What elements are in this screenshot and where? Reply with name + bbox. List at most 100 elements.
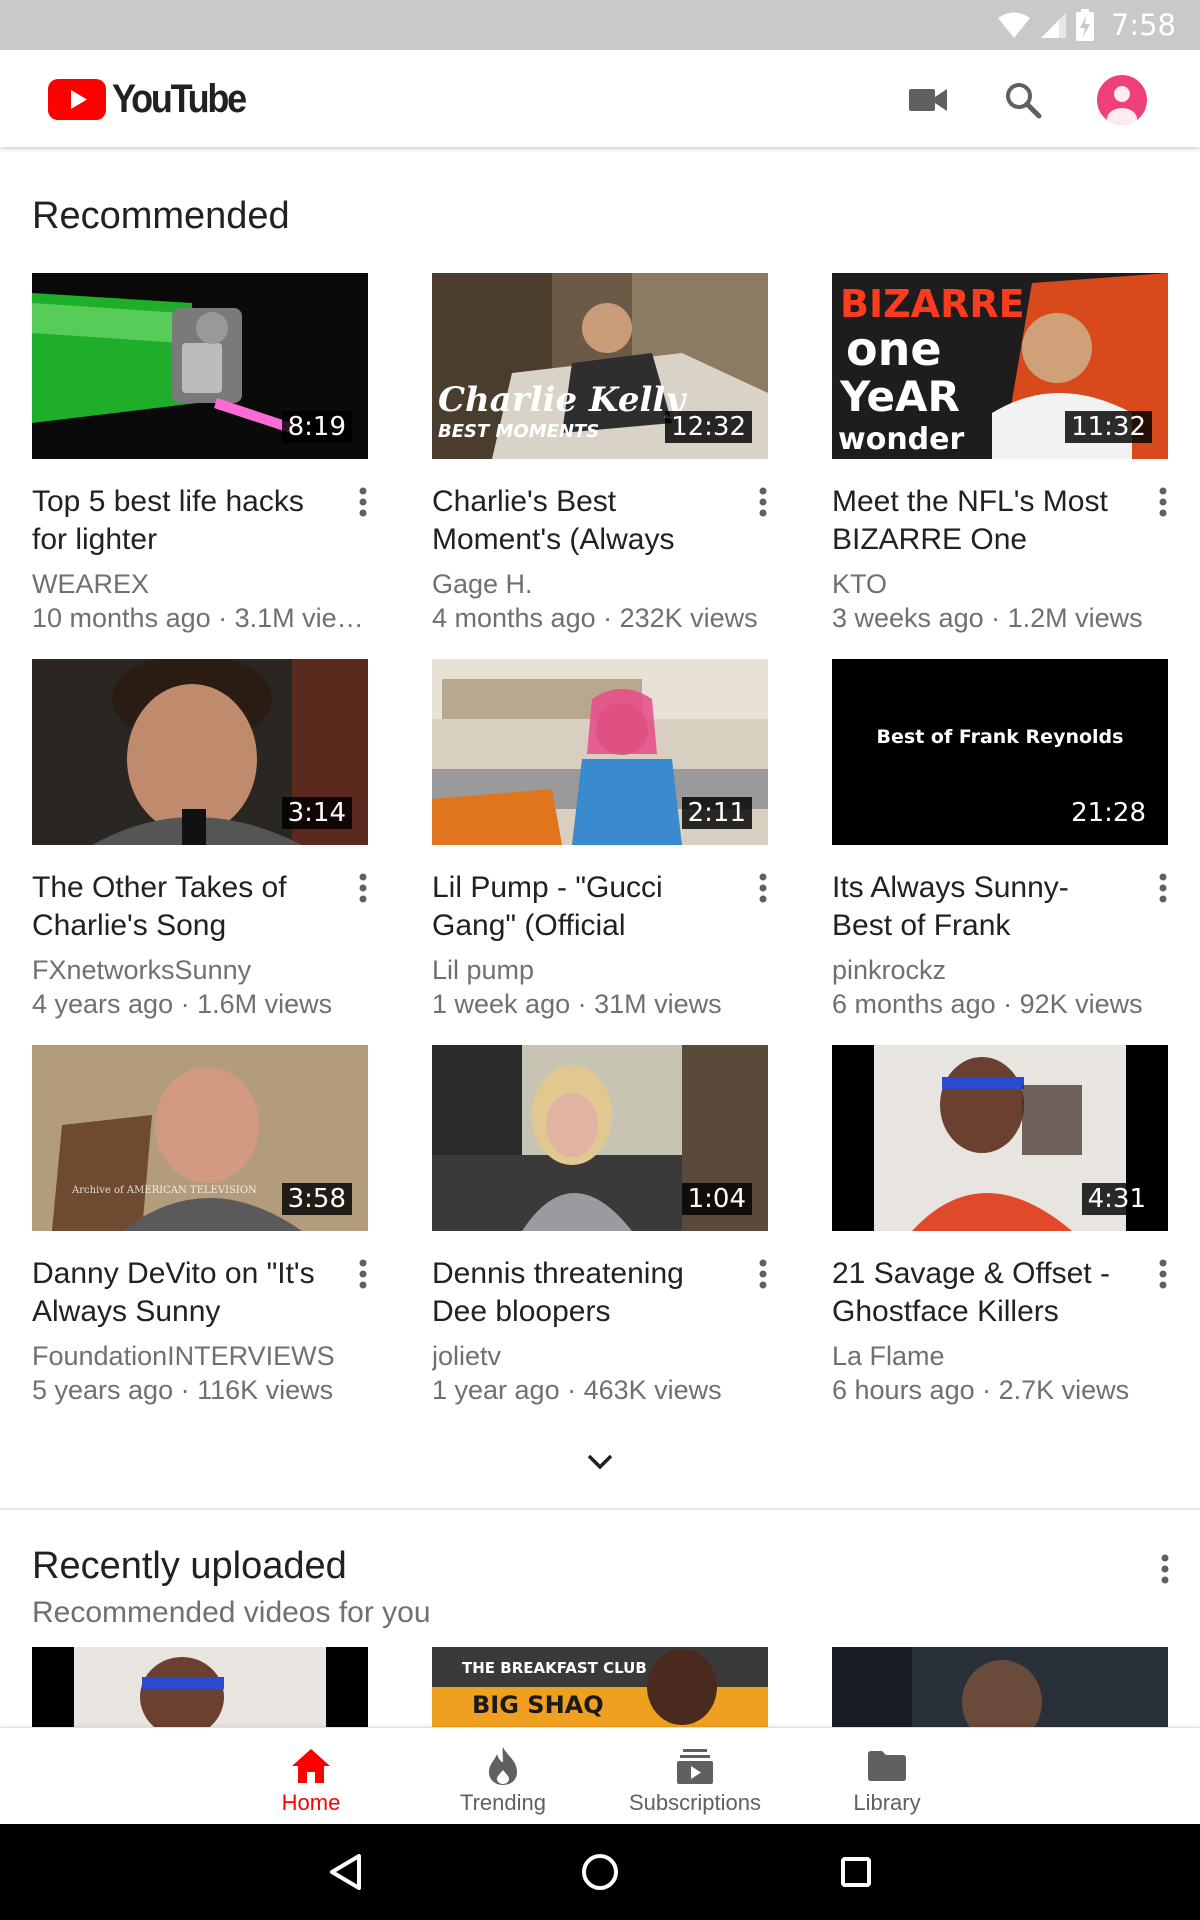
more-options-button[interactable] [748, 1251, 778, 1297]
more-options-button[interactable] [348, 1251, 378, 1297]
video-channel: Gage H. [432, 569, 533, 599]
video-card[interactable]: BIZARRE one YeAR wonder 11:32 Meet the N… [832, 273, 1168, 643]
recents-square-icon [841, 1857, 871, 1887]
bottom-navigation: Home Trending Subscriptions Library [0, 1727, 1200, 1824]
youtube-wordmark: YouTube [112, 76, 247, 121]
video-title[interactable]: Top 5 best life hacks for lighter [32, 483, 322, 559]
thumbnail-text-line: wonder [838, 422, 965, 457]
video-meta: 10 months ago · 3.1M views [32, 603, 368, 633]
recent-thumbnail-image [832, 1647, 1168, 1727]
more-options-button[interactable] [348, 865, 378, 911]
video-card[interactable]: 4:31 21 Savage & Offset - Ghostface Kill… [832, 1045, 1168, 1415]
video-title[interactable]: Lil Pump - "Gucci Gang" (Official [432, 869, 722, 945]
video-title[interactable]: Meet the NFL's Most BIZARRE One [832, 483, 1122, 559]
video-title[interactable]: Danny DeVito on "It's Always Sunny [32, 1255, 322, 1331]
youtube-play-icon [48, 78, 106, 120]
app-bar: YouTube [0, 50, 1200, 147]
more-options-button[interactable] [348, 479, 378, 525]
video-meta: 4 months ago · 232K views [432, 603, 758, 633]
video-thumbnail[interactable]: 4:31 [832, 1045, 1168, 1231]
video-thumbnail[interactable]: Charlie Kelly BEST MOMENTS 12:32 [432, 273, 768, 459]
video-channel: FXnetworksSunny [32, 955, 252, 985]
video-meta: 4 years ago · 1.6M views [32, 989, 333, 1019]
more-vert-icon [1161, 1554, 1169, 1584]
video-thumbnail-partial[interactable] [832, 1647, 1168, 1727]
video-thumbnail[interactable]: Archive of AMERICAN TELEVISION 3:58 [32, 1045, 368, 1231]
more-options-button[interactable] [748, 479, 778, 525]
more-options-button[interactable] [1148, 1251, 1178, 1297]
more-vert-icon [1159, 1259, 1167, 1289]
video-channel: jolietv [432, 1341, 502, 1371]
nav-tab-home[interactable]: Home [221, 1728, 401, 1825]
recent-thumbnail-image: THE BREAKFAST CLUB BIG SHAQ [432, 1647, 768, 1727]
video-duration: 11:32 [1065, 411, 1152, 443]
thumbnail-text-line: YeAR [839, 372, 960, 421]
video-card[interactable]: Charlie Kelly BEST MOMENTS 12:32 Charlie… [432, 273, 768, 643]
more-options-button[interactable] [1148, 865, 1178, 911]
wifi-icon [997, 12, 1030, 38]
system-recents-button[interactable] [828, 1844, 884, 1900]
nav-tab-label: Library [853, 1790, 921, 1815]
signal-icon [1040, 13, 1066, 38]
video-card[interactable]: Best of Frank Reynolds 21:28 Its Always … [832, 659, 1168, 1029]
thumbnail-watermark: Archive of AMERICAN TELEVISION [71, 1185, 257, 1196]
video-channel: Lil pump [432, 955, 535, 985]
video-meta: 6 months ago · 92K views [832, 989, 1143, 1019]
video-title[interactable]: Dennis threatening Dee bloopers [432, 1255, 722, 1331]
video-card[interactable]: 1:04 Dennis threatening Dee bloopers jol… [432, 1045, 768, 1415]
section-title-recently-uploaded: Recently uploaded [32, 1545, 347, 1587]
chevron-down-icon [587, 1454, 613, 1470]
thumbnail-text-line: one [846, 322, 942, 376]
expand-more-button[interactable] [580, 1444, 620, 1480]
more-vert-icon [359, 1259, 367, 1289]
video-thumbnail[interactable]: 8:19 [32, 273, 368, 459]
nav-tab-label: Subscriptions [628, 1790, 762, 1815]
recent-thumbnail-image [32, 1647, 368, 1727]
video-thumbnail-partial[interactable] [32, 1647, 368, 1727]
video-thumbnail[interactable]: 2:11 [432, 659, 768, 845]
video-camera-icon [909, 89, 947, 111]
section-more-options-button[interactable] [1150, 1546, 1180, 1592]
video-thumbnail-partial[interactable]: THE BREAKFAST CLUB BIG SHAQ [432, 1647, 768, 1727]
account-button[interactable] [1092, 70, 1152, 130]
system-navigation-bar [0, 1824, 1200, 1920]
video-thumbnail[interactable]: 3:14 [32, 659, 368, 845]
video-meta: 6 hours ago · 2.7K views [832, 1375, 1130, 1405]
video-channel: WEAREX [32, 569, 150, 599]
video-thumbnail[interactable]: Best of Frank Reynolds 21:28 [832, 659, 1168, 845]
video-title[interactable]: 21 Savage & Offset - Ghostface Killers [832, 1255, 1122, 1331]
video-meta: 1 year ago · 463K views [432, 1375, 722, 1405]
thumbnail-text-line: BIZARRE [840, 282, 1025, 326]
nav-tab-trending[interactable]: Trending [413, 1728, 593, 1825]
thumbnail-text: Best of Frank Reynolds [877, 726, 1124, 748]
section-subtitle: Recommended videos for you [32, 1596, 431, 1629]
video-duration: 12:32 [665, 411, 752, 443]
video-card[interactable]: 8:19 Top 5 best life hacks for lighter W… [32, 273, 368, 643]
avatar [1097, 75, 1147, 125]
video-title[interactable]: Its Always Sunny- Best of Frank [832, 869, 1122, 945]
folder-icon [868, 1751, 906, 1781]
video-duration: 3:14 [281, 797, 352, 829]
video-thumbnail[interactable]: 1:04 [432, 1045, 768, 1231]
home-circle-icon [582, 1854, 618, 1890]
system-back-button[interactable] [317, 1844, 373, 1900]
video-meta: 3 weeks ago · 1.2M views [832, 603, 1143, 633]
nav-tab-library[interactable]: Library [797, 1728, 977, 1825]
video-card[interactable]: 2:11 Lil Pump - "Gucci Gang" (Official L… [432, 659, 768, 1029]
video-channel: FoundationINTERVIEWS [32, 1341, 335, 1371]
video-card[interactable]: 3:14 The Other Takes of Charlie's Song F… [32, 659, 368, 1029]
video-title[interactable]: The Other Takes of Charlie's Song [32, 869, 322, 945]
subscriptions-icon [677, 1749, 713, 1784]
nav-tab-subscriptions[interactable]: Subscriptions [605, 1728, 785, 1825]
status-time: 7:58 [1110, 8, 1176, 42]
video-thumbnail[interactable]: BIZARRE one YeAR wonder 11:32 [832, 273, 1168, 459]
search-button[interactable] [993, 70, 1053, 130]
upload-video-button[interactable] [898, 70, 958, 130]
more-options-button[interactable] [748, 865, 778, 911]
video-duration: 2:11 [681, 797, 752, 829]
system-home-button[interactable] [572, 1844, 628, 1900]
more-options-button[interactable] [1148, 479, 1178, 525]
video-title[interactable]: Charlie's Best Moment's (Always [432, 483, 722, 559]
video-card[interactable]: Archive of AMERICAN TELEVISION 3:58 Dann… [32, 1045, 368, 1415]
youtube-logo[interactable]: YouTube [48, 76, 260, 121]
